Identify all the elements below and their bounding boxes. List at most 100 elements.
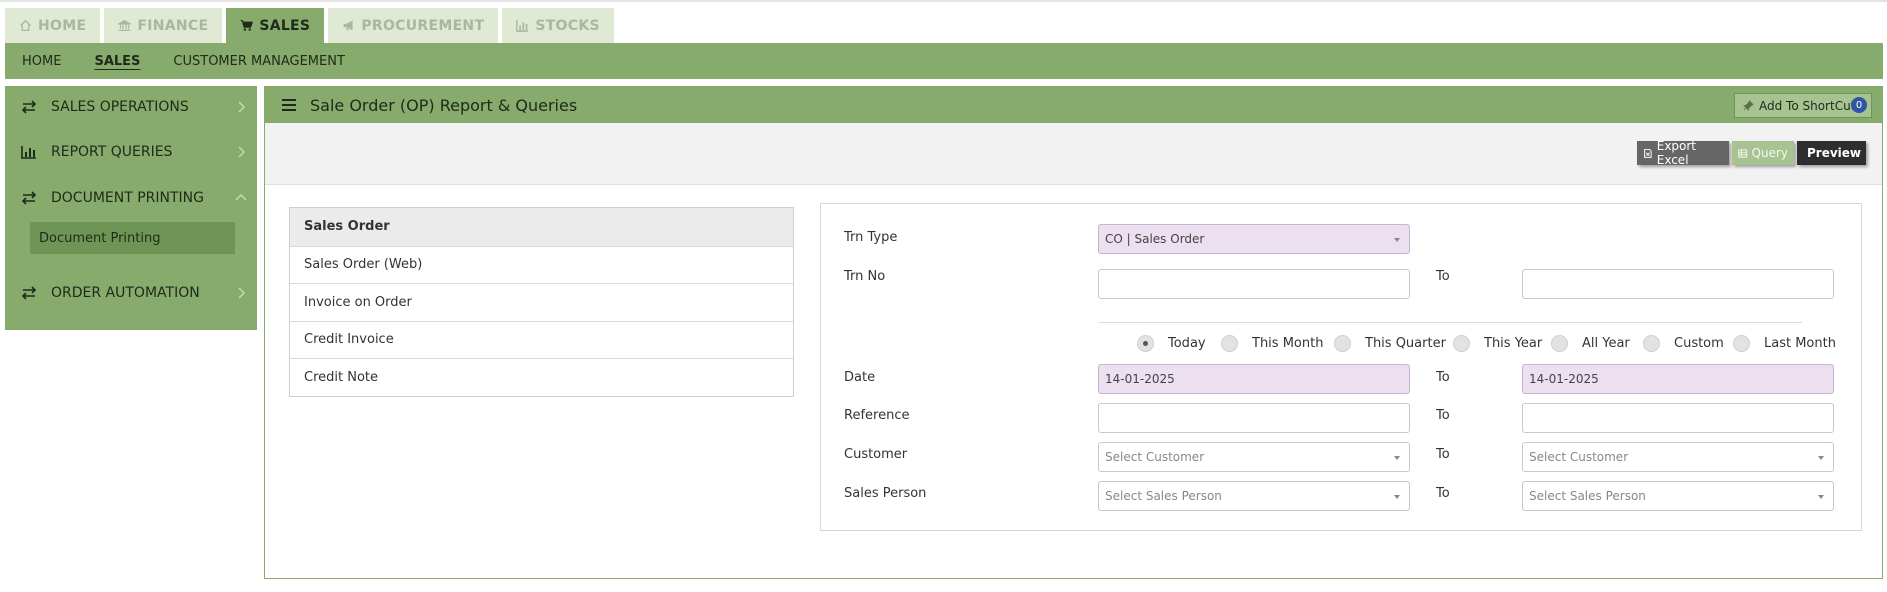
home-icon (20, 19, 31, 32)
trn-type-select[interactable]: CO | Sales Order (1098, 224, 1410, 254)
caret-down-icon (1394, 456, 1400, 460)
customer-from-select[interactable]: Select Customer (1098, 442, 1410, 472)
period-label: All Year (1582, 336, 1630, 351)
report-item-credit-invoice[interactable]: Credit Invoice (290, 320, 793, 358)
date-to-value: 14-01-2025 (1529, 372, 1599, 386)
sales-person-to-placeholder: Select Sales Person (1529, 489, 1646, 503)
reference-to-label: To (1436, 408, 1450, 423)
customer-from-placeholder: Select Customer (1105, 450, 1205, 464)
tab-home[interactable]: HOME (5, 8, 101, 43)
tab-stocks[interactable]: STOCKS (502, 8, 614, 43)
sidebar: SALES OPERATIONS REPORT QUERIES DOCUMENT… (5, 86, 257, 330)
export-excel-button[interactable]: Export Excel (1637, 139, 1729, 167)
bar-chart-icon (21, 145, 37, 159)
subnav-customer-management[interactable]: CUSTOMER MANAGEMENT (173, 54, 345, 69)
megaphone-icon (343, 20, 353, 31)
preview-button[interactable]: Preview (1797, 141, 1866, 165)
chevron-right-icon (238, 101, 245, 113)
report-item-credit-note[interactable]: Credit Note (290, 358, 793, 396)
report-item-sales-order[interactable]: Sales Order (290, 208, 793, 246)
period-option-custom[interactable]: Custom (1643, 335, 1724, 352)
toolbar: Export Excel Query Preview (265, 123, 1882, 185)
query-form: Trn Type CO | Sales Order Trn No To Toda… (820, 203, 1862, 531)
sidebar-item-label: DOCUMENT PRINTING (51, 190, 204, 206)
tab-label: STOCKS (535, 17, 600, 34)
period-option-today[interactable]: Today (1137, 335, 1206, 352)
tab-finance[interactable]: FINANCE (104, 8, 223, 43)
shortcut-label: Add To ShortCut (1759, 98, 1856, 113)
add-to-shortcut-button[interactable]: Add To ShortCut 0 (1734, 93, 1872, 118)
reference-from-input[interactable] (1098, 403, 1410, 433)
radio-button[interactable] (1221, 335, 1238, 352)
trn-no-to-label: To (1436, 269, 1450, 284)
report-item-invoice-on-order[interactable]: Invoice on Order (290, 283, 793, 321)
bar-chart-icon (516, 19, 529, 32)
tab-label: SALES (259, 17, 311, 34)
trn-no-label: Trn No (844, 269, 886, 284)
table-icon (1738, 148, 1748, 158)
date-from-value: 14-01-2025 (1105, 372, 1175, 386)
sidebar-item-label: REPORT QUERIES (51, 144, 173, 160)
trn-type-value: CO | Sales Order (1105, 232, 1205, 246)
caret-down-icon (1818, 495, 1824, 499)
radio-button[interactable] (1453, 335, 1470, 352)
period-option-this-year[interactable]: This Year (1453, 335, 1542, 352)
shortcut-count-badge: 0 (1851, 97, 1867, 113)
tab-label: PROCUREMENT (361, 17, 485, 34)
sidebar-item-sales-operations[interactable]: SALES OPERATIONS (5, 90, 257, 124)
file-excel-icon (1644, 148, 1652, 158)
reference-to-input[interactable] (1522, 403, 1834, 433)
hamburger-menu-icon[interactable] (282, 99, 296, 111)
chevron-right-icon (238, 287, 245, 299)
date-to-label: To (1436, 370, 1450, 385)
sales-person-from-select[interactable]: Select Sales Person (1098, 481, 1410, 511)
sidebar-subitem-document-printing[interactable]: Document Printing (30, 222, 235, 254)
tab-sales[interactable]: SALES (226, 8, 325, 43)
radio-button[interactable] (1733, 335, 1750, 352)
caret-down-icon (1394, 238, 1400, 242)
customer-to-label: To (1436, 447, 1450, 462)
page-title: Sale Order (OP) Report & Queries (310, 95, 578, 115)
period-option-all-year[interactable]: All Year (1551, 335, 1630, 352)
date-to-input[interactable]: 14-01-2025 (1522, 364, 1834, 394)
radio-button[interactable] (1137, 335, 1154, 352)
cart-icon (241, 20, 254, 31)
sales-person-to-label: To (1436, 486, 1450, 501)
date-from-input[interactable]: 14-01-2025 (1098, 364, 1410, 394)
subnav-home[interactable]: HOME (22, 54, 61, 69)
report-item-sales-order-web[interactable]: Sales Order (Web) (290, 245, 793, 283)
sidebar-item-report-queries[interactable]: REPORT QUERIES (5, 135, 257, 169)
period-label: Today (1168, 336, 1206, 351)
caret-down-icon (1394, 495, 1400, 499)
sidebar-item-label: ORDER AUTOMATION (51, 285, 200, 301)
period-option-last-month[interactable]: Last Month (1733, 335, 1836, 352)
customer-label: Customer (844, 447, 908, 462)
period-label: This Month (1252, 336, 1324, 351)
trn-no-from-input[interactable] (1098, 269, 1410, 299)
customer-to-placeholder: Select Customer (1529, 450, 1629, 464)
tab-procurement[interactable]: PROCUREMENT (328, 8, 499, 43)
period-label: Custom (1674, 336, 1724, 351)
radio-button[interactable] (1551, 335, 1568, 352)
query-label: Query (1751, 146, 1788, 160)
period-option-this-month[interactable]: This Month (1221, 335, 1323, 352)
exchange-icon (21, 100, 37, 114)
sidebar-item-label: SALES OPERATIONS (51, 99, 189, 115)
trn-type-label: Trn Type (844, 230, 898, 245)
sidebar-item-order-automation[interactable]: ORDER AUTOMATION (5, 276, 257, 310)
subnav-sales[interactable]: SALES (94, 54, 140, 69)
trn-no-to-input[interactable] (1522, 269, 1834, 299)
radio-button[interactable] (1334, 335, 1351, 352)
tab-label: HOME (38, 17, 87, 34)
main-tabs: HOME FINANCE SALES PROCUREMENT STOCKS (5, 8, 614, 43)
sales-person-from-placeholder: Select Sales Person (1105, 489, 1222, 503)
period-option-this-quarter[interactable]: This Quarter (1334, 335, 1446, 352)
export-label: Export Excel (1656, 139, 1697, 167)
caret-down-icon (1818, 456, 1824, 460)
sales-person-to-select[interactable]: Select Sales Person (1522, 481, 1834, 511)
radio-button[interactable] (1643, 335, 1660, 352)
query-button[interactable]: Query (1732, 141, 1794, 165)
customer-to-select[interactable]: Select Customer (1522, 442, 1834, 472)
reference-label: Reference (844, 408, 910, 423)
sidebar-item-document-printing[interactable]: DOCUMENT PRINTING (5, 181, 257, 215)
